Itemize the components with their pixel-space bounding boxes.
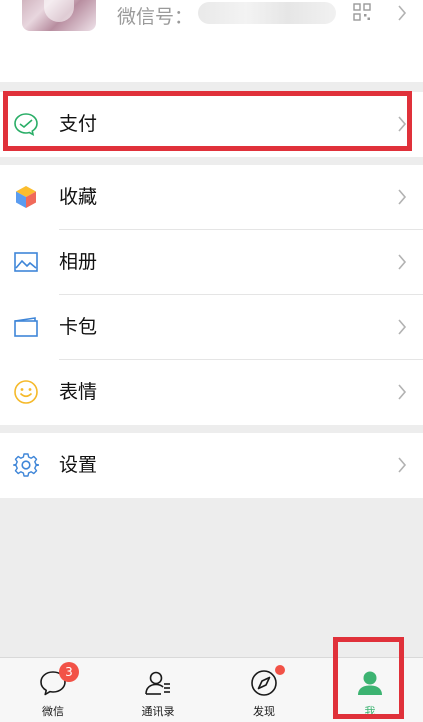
menu-item-settings[interactable]: 设置	[0, 433, 423, 498]
menu-item-stickers[interactable]: 表情	[0, 360, 423, 425]
menu-label-pay: 支付	[59, 113, 98, 135]
chevron-right-icon	[398, 319, 407, 335]
menu-label-stickers: 表情	[59, 381, 98, 403]
tab-label-chats: 微信	[42, 705, 64, 718]
chevron-right-icon	[398, 457, 407, 473]
menu-label-cards: 卡包	[59, 316, 98, 338]
tab-me[interactable]: 我	[317, 658, 423, 722]
menu-item-album[interactable]: 相册	[0, 230, 423, 295]
chevron-right-icon	[398, 254, 407, 270]
chevron-right-icon	[398, 116, 407, 132]
menu-item-pay[interactable]: 支付	[0, 92, 423, 157]
menu-label-favorites: 收藏	[59, 186, 98, 208]
cube-icon	[16, 186, 36, 208]
tab-label-me: 我	[364, 705, 376, 718]
image-icon	[14, 252, 38, 272]
tab-label-contacts: 通讯录	[141, 705, 175, 718]
menu-label-settings: 设置	[59, 454, 98, 476]
smiley-icon	[14, 380, 38, 404]
compass-icon	[251, 670, 277, 696]
profile-header[interactable]: 微信号：	[0, 0, 423, 82]
menu-label-album: 相册	[59, 251, 98, 273]
discover-red-dot	[275, 665, 285, 675]
menu-item-favorites[interactable]: 收藏	[0, 165, 423, 230]
pay-icon	[14, 113, 38, 137]
tab-discover[interactable]: 发现	[211, 658, 317, 722]
contacts-icon	[145, 671, 170, 695]
wechat-id-redacted	[198, 2, 336, 24]
chevron-right-icon	[398, 5, 407, 21]
chevron-right-icon	[398, 189, 407, 205]
menu-item-cards[interactable]: 卡包	[0, 295, 423, 360]
pay-group: 支付	[0, 92, 423, 157]
tab-chats[interactable]: 3 微信	[0, 658, 106, 722]
gear-icon	[13, 453, 39, 477]
tab-contacts[interactable]: 通讯录	[105, 658, 211, 722]
bottom-tab-bar: 3 微信 通讯录 发现 我	[0, 657, 423, 722]
tab-label-discover: 发现	[253, 705, 275, 718]
avatar[interactable]	[22, 0, 96, 31]
person-icon	[358, 671, 382, 695]
wallet-icon	[14, 317, 38, 337]
settings-group: 设置	[0, 433, 423, 498]
unread-badge: 3	[59, 662, 79, 682]
chevron-right-icon	[398, 384, 407, 400]
features-group: 收藏 相册 卡包 表情	[0, 165, 423, 425]
qr-code-icon[interactable]	[353, 3, 371, 21]
wechat-id-label: 微信号：	[117, 6, 194, 28]
